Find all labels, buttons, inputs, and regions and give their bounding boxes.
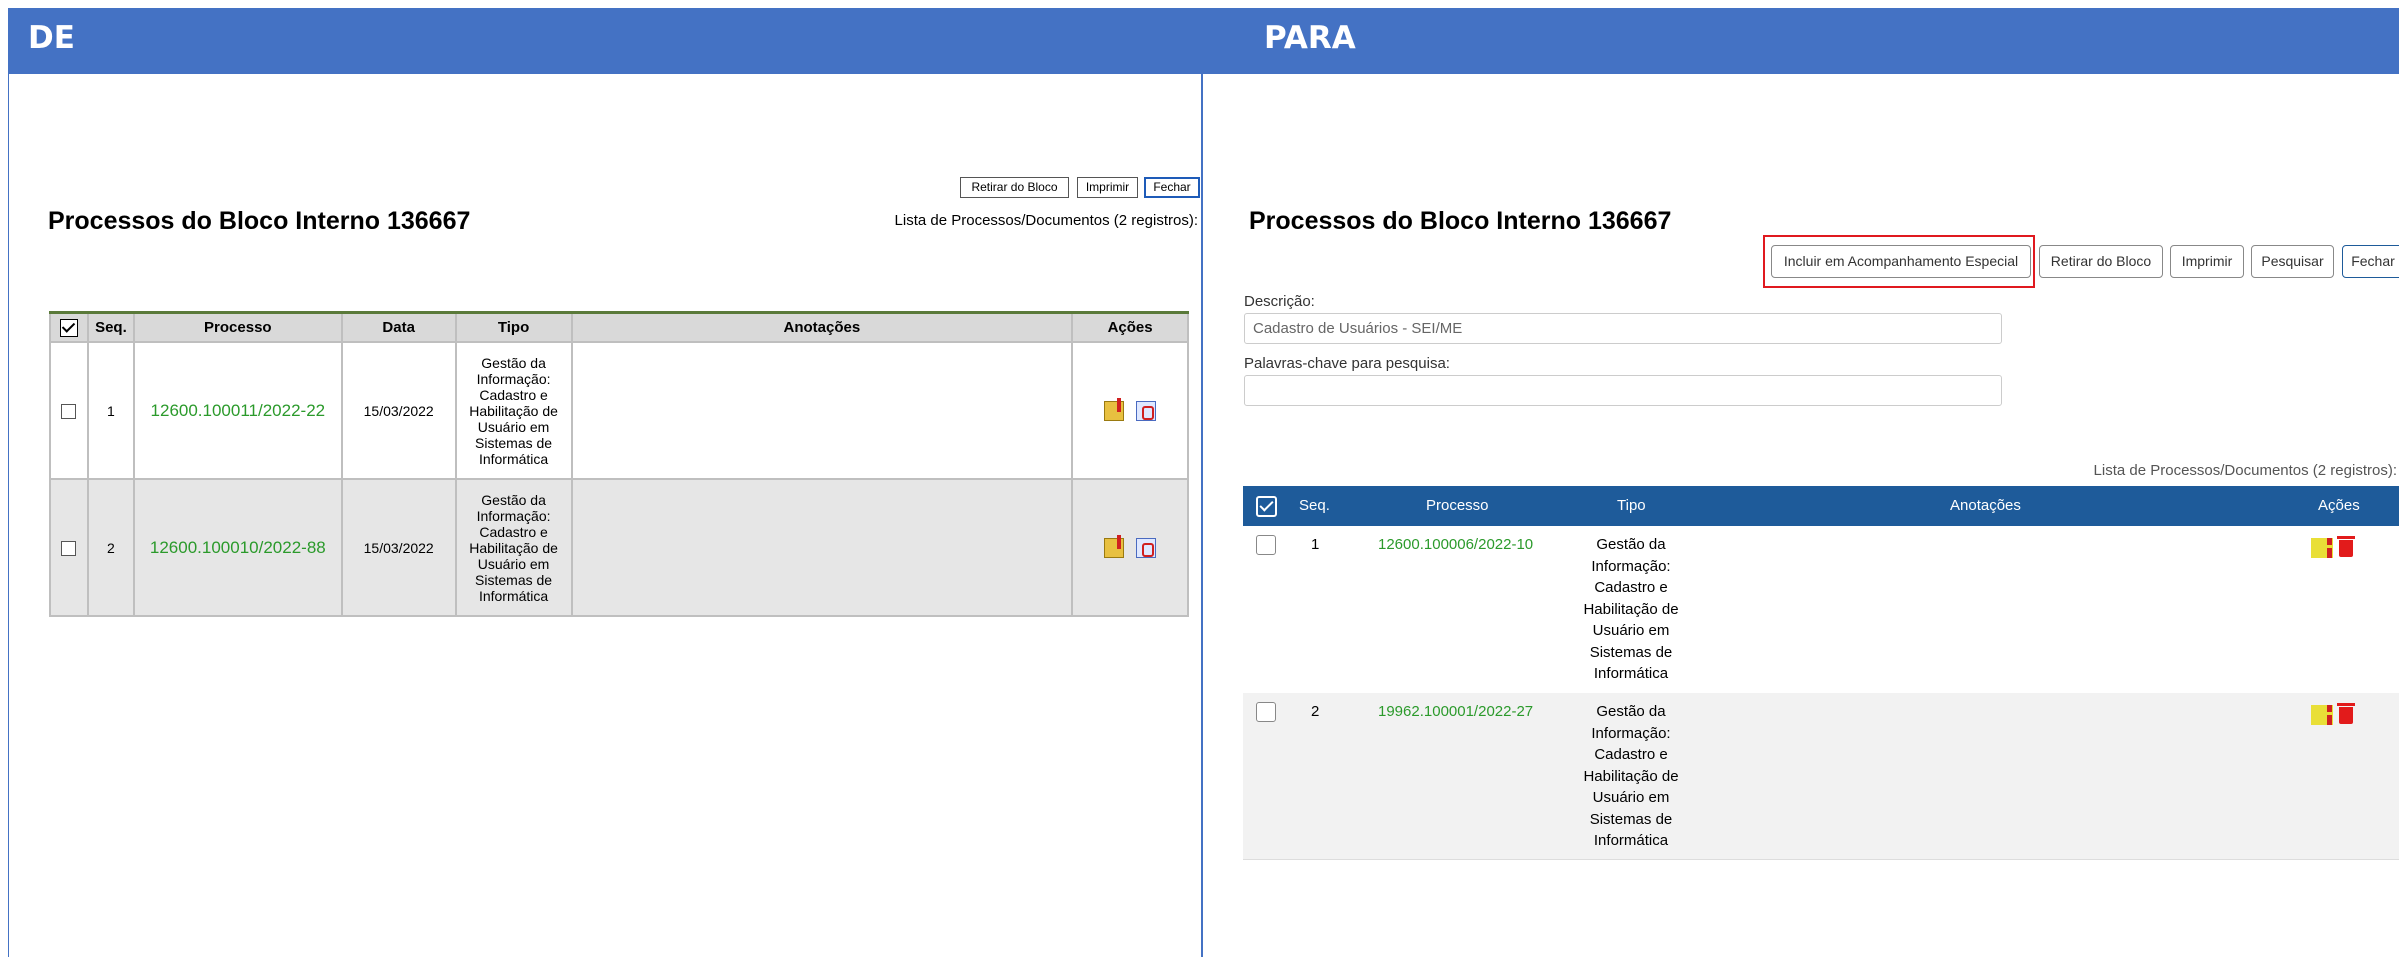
tipo-line: Habilitação de [1583, 767, 1679, 785]
table-header-para: Seq. Processo Tipo Anotações Ações [1243, 486, 2399, 526]
row-seq: 2 [1311, 703, 1320, 720]
palavras-chave-field[interactable] [1244, 375, 2002, 406]
tipo-line: Sistemas de [1589, 643, 1673, 661]
retirar-button-para[interactable]: Retirar do Bloco [2039, 245, 2163, 278]
table-header-row: Seq. Processo Data Tipo Anotações Ações [49, 311, 1189, 343]
row-checkbox[interactable] [61, 540, 77, 556]
fechar-button-para[interactable]: Fechar [2342, 245, 2399, 278]
tipo-line: Usuário em [1592, 789, 1670, 806]
annotation-icon[interactable] [2311, 538, 2333, 558]
tipo-line: Habilitação de [1583, 600, 1679, 618]
select-all-checkbox[interactable] [1256, 496, 1277, 517]
tipo-line: Cadastro e [1594, 579, 1668, 596]
process-link[interactable]: 12600.100006/2022-10 [1378, 536, 1533, 553]
tipo-line: Sistemas de [475, 434, 553, 451]
row-seq: 1 [1311, 536, 1320, 553]
row-acoes [1071, 478, 1189, 617]
tipo-line: Informação: [476, 507, 551, 524]
process-link[interactable]: 12600.100010/2022-88 [150, 538, 326, 557]
remove-from-block-icon[interactable] [1136, 400, 1157, 421]
tipo-line: Usuário em [477, 418, 550, 435]
trash-icon[interactable] [2337, 536, 2355, 557]
col-processo: Processo [1426, 497, 1489, 514]
incluir-acompanhamento-button[interactable]: Incluir em Acompanhamento Especial [1771, 245, 2031, 278]
col-anotacoes: Anotações [1950, 497, 2021, 514]
tipo-line: Sistemas de [475, 571, 553, 588]
fechar-button-de[interactable]: Fechar [1144, 177, 1200, 198]
remove-from-block-icon[interactable] [1136, 537, 1157, 558]
tipo-line: Cadastro e [479, 386, 548, 403]
row-checkbox[interactable] [61, 403, 77, 419]
row-checkbox[interactable] [1256, 702, 1276, 722]
pesquisar-button-para[interactable]: Pesquisar [2251, 245, 2334, 278]
record-count-para: Lista de Processos/Documentos (2 registr… [2093, 462, 2397, 479]
page-title-de: Processos do Bloco Interno 136667 [48, 207, 471, 235]
row-tipo: Gestão da Informação: Cadastro e Habilit… [454, 478, 573, 617]
col-anotacoes: Anotações [570, 311, 1074, 343]
tipo-line: Cadastro e [1594, 746, 1668, 763]
col-acoes: Ações [1071, 311, 1189, 343]
header-label-para: PARA [1264, 20, 1356, 56]
tipo-line: Informática [478, 587, 549, 604]
table-row: 1 12600.100006/2022-10 Gestão da Informa… [1243, 526, 2399, 693]
annotation-icon[interactable] [2311, 705, 2333, 725]
col-acoes: Ações [2318, 497, 2360, 514]
tipo-line: Sistemas de [1589, 810, 1673, 828]
col-tipo: Tipo [1617, 497, 1646, 514]
process-link[interactable]: 19962.100001/2022-27 [1378, 703, 1533, 720]
record-count-de: Lista de Processos/Documentos (2 registr… [894, 212, 1198, 229]
retirar-button-de[interactable]: Retirar do Bloco [960, 177, 1069, 198]
table-row: 2 12600.100010/2022-88 15/03/2022 Gestão… [49, 478, 1189, 617]
page-title-para: Processos do Bloco Interno 136667 [1249, 207, 1672, 235]
col-seq: Seq. [1299, 497, 1330, 514]
col-processo: Processo [132, 311, 343, 343]
tipo-line: Habilitação de [469, 539, 558, 556]
tipo-line: Informática [1593, 665, 1669, 682]
row-data: 15/03/2022 [340, 478, 457, 617]
select-all-cell[interactable] [49, 311, 89, 343]
row-anotacoes [570, 341, 1074, 480]
tipo-line: Informação: [476, 370, 551, 387]
tipo-line: Gestão da [1596, 703, 1666, 720]
tipo-line: Habilitação de [469, 402, 558, 419]
process-link[interactable]: 12600.100011/2022-22 [151, 401, 326, 420]
descricao-label: Descrição: [1244, 293, 1315, 310]
row-data: 15/03/2022 [340, 341, 457, 480]
col-seq: Seq. [86, 311, 135, 343]
table-row: 1 12600.100011/2022-22 15/03/2022 Gestão… [49, 341, 1189, 480]
tipo-line: Informação: [1591, 724, 1671, 742]
row-tipo: Gestão da Informação: Cadastro e Habilit… [1576, 701, 1686, 852]
row-seq: 1 [86, 341, 135, 480]
tipo-line: Usuário em [1592, 622, 1670, 639]
descricao-field[interactable]: Cadastro de Usuários - SEI/ME [1244, 313, 2002, 344]
imprimir-button-para[interactable]: Imprimir [2170, 245, 2244, 278]
trash-icon[interactable] [2337, 703, 2355, 724]
col-tipo: Tipo [454, 311, 573, 343]
palavras-chave-label: Palavras-chave para pesquisa: [1244, 355, 1450, 372]
row-seq: 2 [86, 478, 135, 617]
comparison-header: DE PARA [8, 8, 2399, 74]
tipo-line: Informática [478, 450, 549, 467]
tipo-line: Gestão da [481, 491, 546, 508]
tipo-line: Cadastro e [479, 523, 548, 540]
row-checkbox[interactable] [1256, 535, 1276, 555]
imprimir-button-de[interactable]: Imprimir [1077, 177, 1138, 198]
row-acoes [1071, 341, 1189, 480]
col-data: Data [340, 311, 457, 343]
annotation-icon[interactable] [1104, 534, 1125, 558]
row-tipo: Gestão da Informação: Cadastro e Habilit… [1576, 534, 1686, 685]
row-anotacoes [570, 478, 1074, 617]
process-table-de: Seq. Processo Data Tipo Anotações Ações … [49, 311, 1189, 617]
select-all-checkbox[interactable] [59, 318, 78, 337]
row-tipo: Gestão da Informação: Cadastro e Habilit… [454, 341, 573, 480]
annotation-icon[interactable] [1104, 397, 1125, 421]
tipo-line: Gestão da [1596, 536, 1666, 553]
tipo-line: Informação: [1591, 557, 1671, 575]
tipo-line: Gestão da [481, 354, 546, 371]
header-label-de: DE [28, 20, 75, 56]
table-row: 2 19962.100001/2022-27 Gestão da Informa… [1243, 693, 2399, 860]
tipo-line: Usuário em [477, 555, 550, 572]
tipo-line: Informática [1593, 832, 1669, 849]
